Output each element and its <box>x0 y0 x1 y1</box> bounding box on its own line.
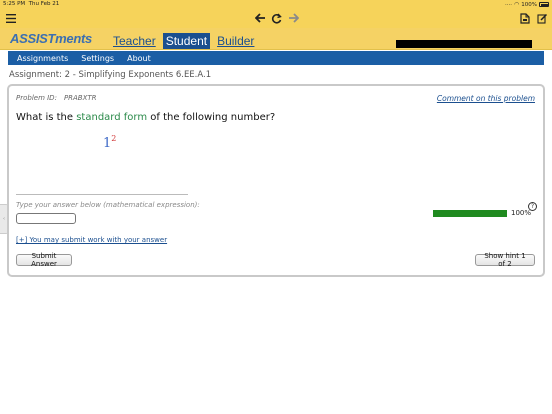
browser-toolbar <box>0 9 552 28</box>
problem-card: Problem ID: PRABXTR Comment on this probl… <box>7 84 545 277</box>
tab-builder[interactable]: Builder <box>214 33 257 49</box>
refresh-icon[interactable] <box>270 11 282 25</box>
math-expression: 12 <box>103 134 117 151</box>
progress-percent: 100% <box>511 209 532 217</box>
status-bar: 5:25 PM Thu Feb 21 ···· ◠ 100% <box>0 0 552 9</box>
battery-icon <box>539 2 549 7</box>
back-arrow-icon[interactable] <box>254 11 266 25</box>
status-time: 5:25 PM Thu Feb 21 <box>3 1 60 7</box>
document-icon[interactable] <box>519 11 531 25</box>
submit-work-link[interactable]: [+] You may submit work with your answer <box>16 236 167 244</box>
signal-icon: ···· <box>505 1 513 8</box>
nav-about[interactable]: About <box>127 54 151 63</box>
standard-form-term[interactable]: standard form <box>76 112 147 123</box>
nav-assignments[interactable]: Assignments <box>17 54 68 63</box>
tab-teacher[interactable]: Teacher <box>110 33 159 49</box>
help-icon[interactable]: ? <box>528 202 537 211</box>
status-right: ···· ◠ 100% <box>505 1 549 8</box>
show-hint-button[interactable]: Show hint 1 of 2 <box>475 252 535 268</box>
main-nav: Assignments Settings About <box>8 51 544 65</box>
progress-fill <box>433 210 507 217</box>
tab-student[interactable]: Student <box>162 33 211 49</box>
answer-input[interactable] <box>16 213 76 224</box>
wifi-icon: ◠ <box>514 1 520 8</box>
redacted-bar <box>396 40 532 48</box>
battery-percent: 100% <box>521 1 537 8</box>
expression-exponent: 2 <box>111 134 117 143</box>
edit-icon[interactable] <box>536 11 548 25</box>
forward-arrow-icon[interactable] <box>287 11 299 25</box>
role-tabs: Teacher Student Builder <box>110 33 257 49</box>
problem-id: Problem ID: PRABXTR <box>16 94 97 102</box>
assignment-title: Assignment: 2 - Simplifying Exponents 6.… <box>9 70 212 80</box>
question-text: What is the standard form of the followi… <box>16 112 276 123</box>
menu-icon[interactable] <box>5 11 17 25</box>
comment-link[interactable]: Comment on this problem <box>437 94 535 103</box>
answer-label: Type your answer below (mathematical exp… <box>16 201 200 209</box>
answer-divider <box>16 194 188 195</box>
nav-settings[interactable]: Settings <box>81 54 114 63</box>
problem-id-value: PRABXTR <box>63 94 97 102</box>
problem-id-label: Problem ID: <box>16 94 57 102</box>
app-header: ASSISTments Teacher Student Builder <box>0 28 552 50</box>
submit-answer-button[interactable]: Submit Answer <box>16 252 72 268</box>
progress-bar <box>433 210 507 217</box>
assistments-logo[interactable]: ASSISTments <box>10 31 92 46</box>
